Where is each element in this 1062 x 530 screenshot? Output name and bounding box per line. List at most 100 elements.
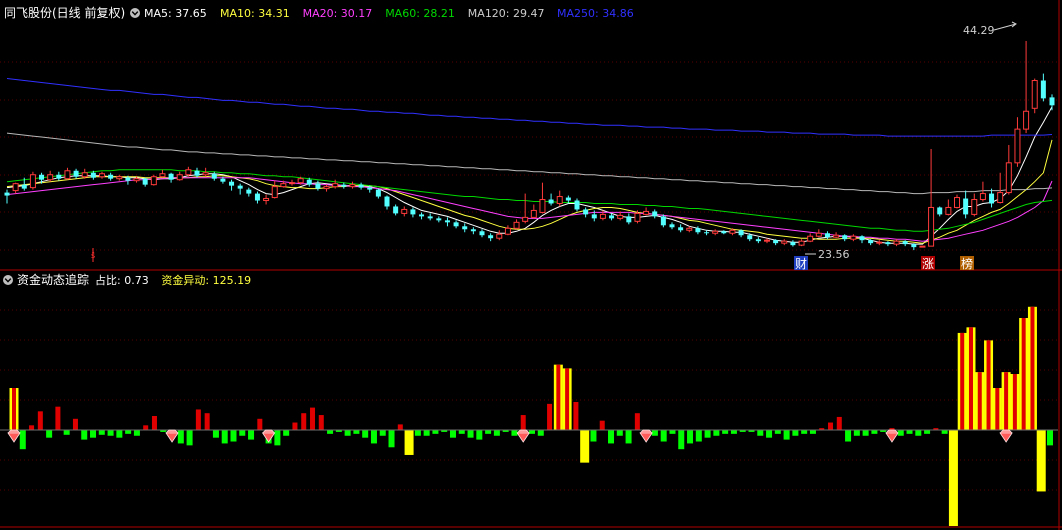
flow-bar [634,413,640,430]
flow-bar [801,430,808,434]
candle-body [522,216,529,222]
candle-body [358,184,364,188]
flow-bar-inner [565,368,570,430]
stock-chart-window: 同飞股份(日线 前复权) MA5: 37.65 MA10: 34.31 MA20: … [0,0,1062,530]
candle-body [99,173,105,178]
candle-body [945,206,952,215]
candle-body [599,213,606,219]
marker-zhang[interactable]: 涨 [921,256,935,271]
ma-legend-item: MA20: 30.17 [303,7,373,20]
candle-body [315,183,321,189]
flow-bar [98,430,105,435]
candle-body [755,239,761,242]
ma-legend-item: MA250: 34.86 [557,7,634,20]
flow-bar-inner [968,327,973,430]
candle-body [609,215,615,219]
candle-body [64,170,71,180]
flow-bar [301,413,307,430]
candle-body [108,174,114,179]
ma-legend-item: MA5: 37.65 [144,7,207,20]
candle-body [246,189,252,194]
candle-body [150,176,157,186]
candle-body [47,174,54,181]
candle [1031,78,1038,114]
flow-bar [310,407,316,430]
flow-bar [678,430,685,450]
candle-body [211,173,217,179]
circle-chevron-down-icon[interactable] [130,8,140,18]
candle-body [444,220,450,223]
flow-bar [730,430,737,434]
candle-body [1005,162,1012,194]
candle-body [678,227,684,231]
candle-body [1040,80,1046,99]
flow-bar [379,430,386,436]
low-price-label: 23.56 [818,248,850,261]
flow-bar [221,430,228,444]
marker-cai[interactable]: 财 [794,256,808,271]
candle-body [669,224,675,228]
candle-body [427,216,433,219]
flow-bar [274,430,281,446]
svg-text:财: 财 [795,257,807,271]
candle-body [626,216,632,223]
flow-bar [616,430,623,436]
flow-bar [370,430,377,444]
stock-title: 同飞股份(日线 前复权) [4,5,125,20]
candle-body [842,235,848,240]
candle-body [773,240,779,244]
candle [150,174,157,186]
circle-chevron-down-icon[interactable] [3,275,13,285]
flow-bar [212,430,219,438]
flow-bar [327,430,334,434]
flow-bar [257,418,263,430]
flow-bar [774,430,781,434]
candle-body [375,189,381,197]
flow-bar [651,430,658,436]
flow-bar [230,430,237,442]
candle-body [1023,110,1030,130]
candle-body [496,233,503,239]
marker-bang[interactable]: 榜 [960,256,974,271]
candle-body [833,234,840,238]
sub-header: 资金动态追踪 占比: 0.73 资金异动: 125.19 [3,272,251,287]
candle-body [349,184,356,188]
flow-bar [704,430,711,438]
svg-text:榜: 榜 [961,256,973,271]
candle-body [488,235,494,239]
flow-bar [81,430,88,440]
flow-bar [608,430,615,444]
candle-body [556,196,563,204]
candle-body [893,240,900,245]
candle-body [289,182,295,185]
candle-body [747,235,753,240]
candle-body [401,208,408,214]
flow-bar [107,430,114,436]
candle-body [367,187,373,190]
flow-bar [283,430,290,436]
candle-body [1014,128,1021,164]
candle-body [280,183,287,188]
candle-body [1049,97,1055,106]
candle-body [859,236,865,241]
candle-body [781,240,788,244]
flow-bar [906,430,913,434]
flow-bar [695,430,702,442]
flow-bar [713,430,720,436]
flow-bar [344,430,351,436]
flow-bar [862,430,869,436]
candle-body [185,169,192,176]
flow-bar [485,430,492,434]
candle-body [652,211,658,217]
flow-bar-inner [986,340,991,430]
flow-bar [362,430,369,438]
candle-body [530,209,537,218]
indicator-legend-item: 资金异动: 125.19 [161,273,251,287]
flow-bar [511,430,518,436]
flow-bar [133,430,140,436]
flow-bar [404,430,414,455]
candle-body [807,235,814,242]
flow-bar [1036,430,1046,492]
ma-legend-item: MA60: 28.21 [385,7,455,20]
flow-bar [55,406,61,430]
